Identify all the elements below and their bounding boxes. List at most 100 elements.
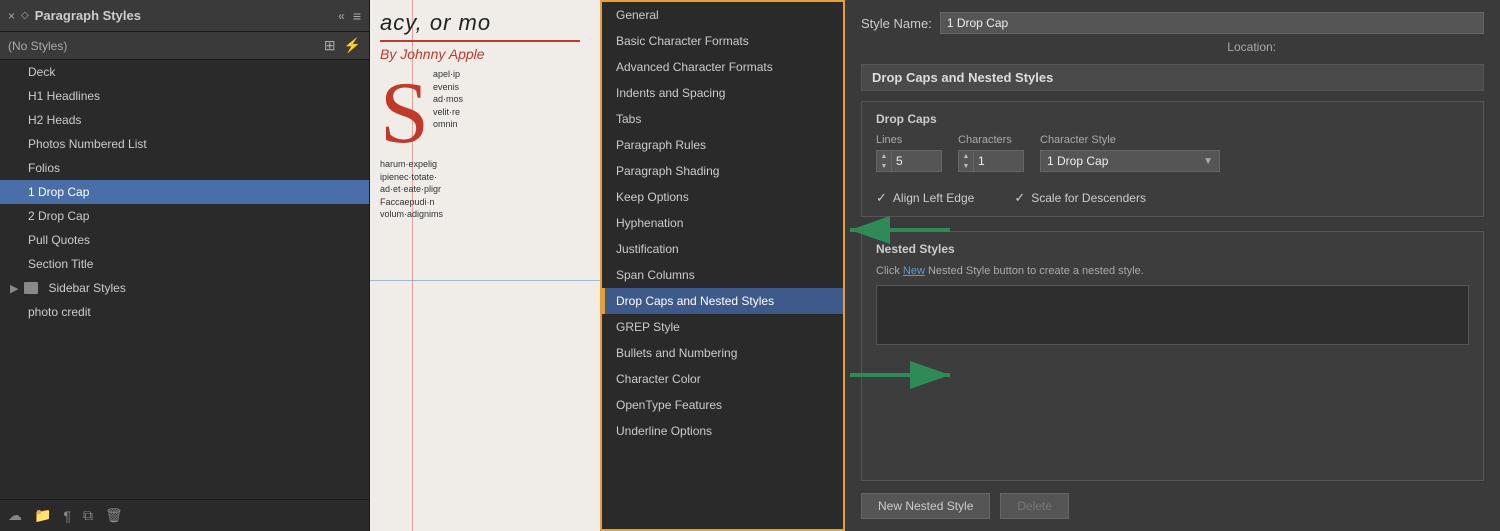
style-name-label: Style Name: (861, 16, 932, 31)
style-item-h1[interactable]: H1 Headlines (0, 84, 369, 108)
option-label: Drop Caps and Nested Styles (616, 294, 774, 308)
char-spinner-down-icon[interactable]: ▼ (959, 161, 973, 171)
option-para-shading[interactable]: Paragraph Shading (602, 158, 843, 184)
option-underline[interactable]: Underline Options (602, 418, 843, 444)
option-label: Hyphenation (616, 216, 683, 230)
style-item-photo-credit[interactable]: photo credit (0, 300, 369, 324)
option-label: OpenType Features (616, 398, 722, 412)
style-label: Pull Quotes (28, 233, 90, 247)
option-keep[interactable]: Keep Options (602, 184, 843, 210)
collapse-button[interactable]: « (338, 9, 345, 23)
delete-button[interactable]: Delete (1000, 493, 1069, 519)
style-item-photos-numbered[interactable]: Photos Numbered List (0, 132, 369, 156)
new-nested-style-button[interactable]: New Nested Style (861, 493, 990, 519)
panel-action-buttons: New Nested Style Delete (861, 493, 1484, 519)
option-label: Advanced Character Formats (616, 60, 773, 74)
toolbar-icons: ⊞ ⚡ (324, 37, 361, 54)
style-name-input[interactable] (940, 12, 1484, 34)
option-justification[interactable]: Justification (602, 236, 843, 262)
style-item-section-title[interactable]: Section Title (0, 252, 369, 276)
checkmark-icon: ✓ (876, 190, 887, 206)
doc-body-area: S apel·ip evenis ad·mos velit·re omnin h… (380, 68, 590, 221)
option-label: Paragraph Shading (616, 164, 719, 178)
style-options-panel: General Basic Character Formats Advanced… (600, 0, 845, 531)
nested-styles-title: Nested Styles (876, 242, 1469, 256)
style-label: 2 Drop Cap (28, 209, 89, 223)
spinner-up-icon[interactable]: ▲ (877, 151, 891, 161)
style-item-2-drop-cap[interactable]: 2 Drop Cap (0, 204, 369, 228)
style-item-h2[interactable]: H2 Heads (0, 108, 369, 132)
panel-menu-button[interactable]: ≡ (353, 8, 361, 24)
doc-content: acy, or mo By Johnny Apple S apel·ip eve… (370, 0, 600, 229)
align-left-checkbox[interactable]: ✓ Align Left Edge (876, 190, 974, 206)
style-item-1-drop-cap[interactable]: 1 Drop Cap (0, 180, 369, 204)
checkboxes-row: ✓ Align Left Edge ✓ Scale for Descenders (876, 182, 1469, 206)
option-advanced-char[interactable]: Advanced Character Formats (602, 54, 843, 80)
characters-spinner[interactable]: ▲ ▼ (958, 150, 974, 172)
lines-input[interactable] (892, 150, 942, 172)
lines-input-row: ▲ ▼ (876, 150, 942, 172)
doc-separator-line (380, 40, 580, 42)
footer-icons: ☁ 📁 ¶ ⧉ 🗑 (8, 507, 123, 524)
scale-label: Scale for Descenders (1031, 191, 1146, 205)
characters-input[interactable] (974, 150, 1024, 172)
style-label: 1 Drop Cap (28, 185, 89, 199)
nested-styles-section: Nested Styles Click New Nested Style but… (861, 231, 1484, 481)
option-span-columns[interactable]: Span Columns (602, 262, 843, 288)
styles-list[interactable]: Deck H1 Headlines H2 Heads Photos Number… (0, 60, 369, 499)
style-label: Section Title (28, 257, 93, 271)
option-tabs[interactable]: Tabs (602, 106, 843, 132)
paragraph-icon[interactable]: ¶ (63, 508, 71, 524)
panel-header-left: × ◇ Paragraph Styles (8, 8, 141, 23)
lines-field-group: Lines ▲ ▼ (876, 134, 942, 172)
folder-open-icon[interactable]: 📁 (34, 507, 51, 524)
doc-author: By Johnny Apple (380, 46, 590, 62)
duplicate-icon[interactable]: ⧉ (83, 507, 93, 524)
lightning-icon[interactable]: ⚡ (344, 37, 361, 54)
panel-header: × ◇ Paragraph Styles « ≡ (0, 0, 369, 32)
option-para-rules[interactable]: Paragraph Rules (602, 132, 843, 158)
option-general[interactable]: General (602, 2, 843, 28)
close-button[interactable]: × (8, 9, 15, 23)
style-label: H2 Heads (28, 113, 81, 127)
option-basic-char[interactable]: Basic Character Formats (602, 28, 843, 54)
diamond-icon: ◇ (21, 10, 29, 21)
option-label: Character Color (616, 372, 701, 386)
spinner-down-icon[interactable]: ▼ (877, 161, 891, 171)
char-spinner-up-icon[interactable]: ▲ (959, 151, 973, 161)
folder-icon: ▶ (10, 282, 18, 295)
left-panel: × ◇ Paragraph Styles « ≡ (No Styles) ⊞ ⚡… (0, 0, 370, 531)
option-drop-caps-nested[interactable]: Drop Caps and Nested Styles (602, 288, 843, 314)
option-bullets[interactable]: Bullets and Numbering (602, 340, 843, 366)
style-label: Sidebar Styles (48, 281, 125, 295)
panel-toolbar: (No Styles) ⊞ ⚡ (0, 32, 369, 60)
scale-checkbox[interactable]: ✓ Scale for Descenders (1014, 190, 1146, 206)
char-style-dropdown[interactable]: 1 Drop Cap ▼ (1040, 150, 1220, 172)
trash-icon[interactable]: 🗑 (105, 507, 123, 524)
nested-styles-area (876, 285, 1469, 345)
drop-caps-fields: Lines ▲ ▼ Characters ▲ ▼ (876, 134, 1469, 172)
hint-remainder: Nested Style button to create a nested s… (925, 265, 1144, 277)
option-grep[interactable]: GREP Style (602, 314, 843, 340)
lines-spinner[interactable]: ▲ ▼ (876, 150, 892, 172)
sync-icon[interactable]: ☁ (8, 507, 22, 524)
panel-title: Paragraph Styles (35, 8, 141, 23)
add-style-button[interactable]: ⊞ (324, 37, 336, 54)
style-item-pull-quotes[interactable]: Pull Quotes (0, 228, 369, 252)
panel-title-row: ◇ Paragraph Styles (21, 8, 141, 23)
option-indents[interactable]: Indents and Spacing (602, 80, 843, 106)
option-hyphenation[interactable]: Hyphenation (602, 210, 843, 236)
drop-cap-letter: S (380, 70, 429, 158)
characters-input-row: ▲ ▼ (958, 150, 1024, 172)
drop-caps-title: Drop Caps (876, 112, 1469, 126)
panel-footer: ☁ 📁 ¶ ⧉ 🗑 (0, 499, 369, 531)
option-opentype[interactable]: OpenType Features (602, 392, 843, 418)
style-item-folios[interactable]: Folios (0, 156, 369, 180)
style-item-deck[interactable]: Deck (0, 60, 369, 84)
option-label: Bullets and Numbering (616, 346, 737, 360)
style-label: Folios (28, 161, 60, 175)
location-row: Location: (861, 40, 1484, 54)
option-char-color[interactable]: Character Color (602, 366, 843, 392)
style-item-sidebar-styles[interactable]: ▶ Sidebar Styles (0, 276, 369, 300)
doc-top-text: acy, or mo (380, 10, 590, 36)
